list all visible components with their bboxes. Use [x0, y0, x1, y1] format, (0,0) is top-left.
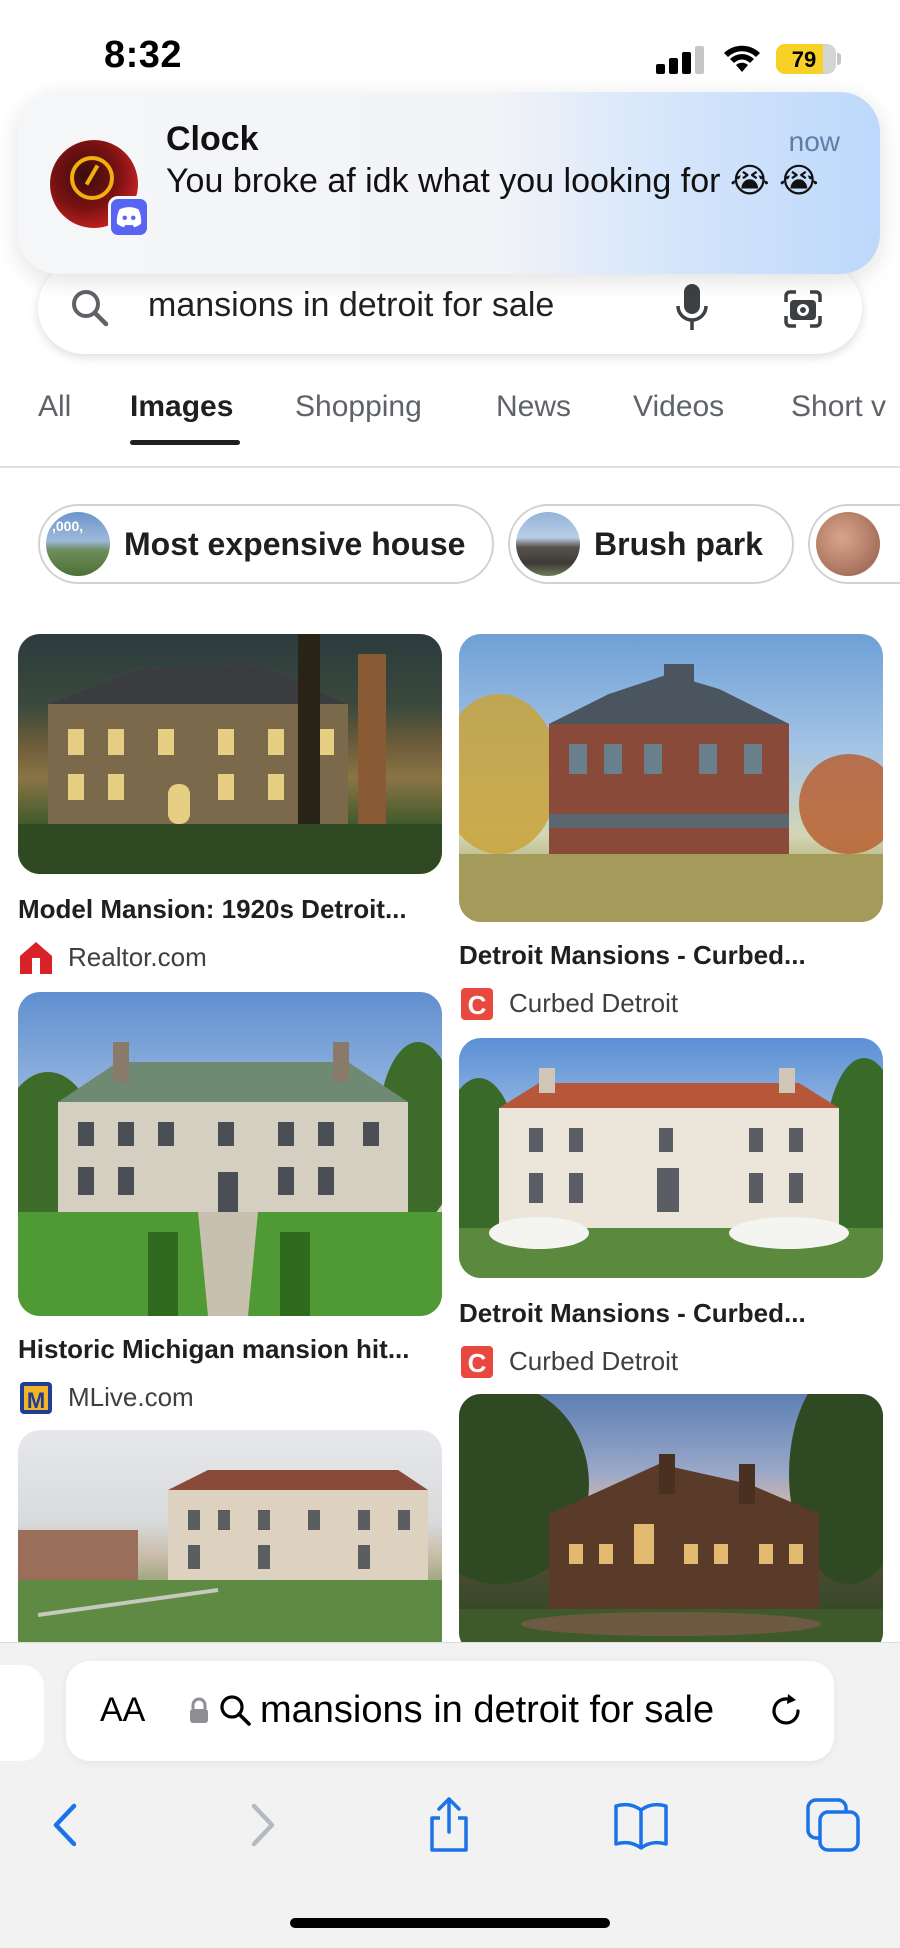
- search-bar[interactable]: mansions in detroit for sale: [38, 262, 862, 354]
- search-input[interactable]: mansions in detroit for sale: [148, 286, 554, 325]
- signal-icon: [656, 46, 704, 74]
- tab-shopping[interactable]: Shopping: [295, 390, 422, 424]
- home-indicator[interactable]: [290, 1918, 610, 1928]
- active-tab-indicator: [130, 440, 240, 445]
- tab-news[interactable]: News: [496, 390, 571, 424]
- result-title[interactable]: Model Mansion: 1920s Detroit...: [18, 894, 442, 925]
- mlive-icon: M: [20, 1382, 52, 1414]
- chip-most-expensive-house[interactable]: ,000, Most expensive house: [38, 504, 494, 584]
- back-icon[interactable]: [36, 1794, 98, 1856]
- wifi-icon: [724, 45, 760, 72]
- battery-tip: [837, 53, 841, 65]
- bookmarks-icon[interactable]: [610, 1794, 672, 1856]
- result-image[interactable]: [459, 634, 883, 922]
- image-results-grid: Model Mansion: 1920s Detroit... Realtor.…: [0, 620, 900, 1642]
- notification-title: Clock: [166, 120, 259, 158]
- lens-icon[interactable]: [780, 286, 826, 332]
- chip-more[interactable]: [808, 504, 900, 584]
- address-bar-url[interactable]: mansions in detroit for sale: [260, 1689, 714, 1732]
- curbed-icon: C: [461, 1346, 493, 1378]
- curbed-letter: C: [468, 1348, 487, 1378]
- result-image[interactable]: [18, 634, 442, 874]
- mic-icon[interactable]: [672, 280, 712, 336]
- chip-brush-park[interactable]: Brush park: [508, 504, 794, 584]
- tabs-icon[interactable]: [802, 1794, 864, 1856]
- previous-tab-peek[interactable]: [0, 1665, 44, 1761]
- result-title[interactable]: Detroit Mansions - Curbed...: [459, 940, 883, 971]
- chip-thumbnail: ,000,: [46, 512, 110, 576]
- discord-icon: [108, 196, 150, 238]
- chip-thumbnail-text: ,000,: [52, 518, 84, 534]
- curbed-letter: C: [468, 990, 487, 1020]
- result-image[interactable]: [18, 1430, 442, 1642]
- chip-thumbnail: [816, 512, 880, 576]
- result-source: Curbed Detroit: [509, 1346, 679, 1376]
- realtor-icon: [20, 942, 52, 974]
- tab-images[interactable]: Images: [130, 390, 233, 424]
- notification-body: You broke af idk what you looking for 😭 …: [166, 162, 819, 200]
- battery-charging-icon: 79: [776, 44, 836, 74]
- search-icon: [220, 1695, 251, 1726]
- search-tabs: All Images Shopping News Videos Short v: [0, 380, 900, 468]
- curbed-icon: C: [461, 988, 493, 1020]
- mlive-letter: M: [27, 1388, 45, 1413]
- lock-icon: [190, 1697, 208, 1723]
- address-bar-area: AA mansions in detroit for sale: [0, 1642, 900, 1774]
- chip-label: Most expensive house: [124, 526, 466, 562]
- address-bar[interactable]: AA mansions in detroit for sale: [66, 1661, 834, 1761]
- forward-icon[interactable]: [230, 1794, 292, 1856]
- result-image[interactable]: [459, 1394, 883, 1642]
- text-size-button[interactable]: AA: [100, 1691, 145, 1730]
- browser-toolbar: [0, 1774, 900, 1948]
- result-source: Realtor.com: [68, 942, 207, 972]
- related-chips: ,000, Most expensive house Brush park: [0, 468, 900, 618]
- result-title[interactable]: Historic Michigan mansion hit...: [18, 1334, 442, 1365]
- search-icon[interactable]: [68, 286, 112, 330]
- tab-videos[interactable]: Videos: [633, 390, 724, 424]
- chip-label: Brush park: [594, 526, 763, 562]
- battery-percent: 79: [791, 47, 817, 72]
- result-source: MLive.com: [68, 1382, 194, 1412]
- notification-banner[interactable]: Clock now You broke af idk what you look…: [18, 92, 880, 274]
- status-time: 8:32: [104, 34, 183, 76]
- reload-icon[interactable]: [766, 1691, 806, 1731]
- tab-short-videos[interactable]: Short v: [791, 390, 886, 424]
- tab-all[interactable]: All: [38, 390, 71, 424]
- result-image[interactable]: [18, 992, 442, 1316]
- result-title[interactable]: Detroit Mansions - Curbed...: [459, 1298, 883, 1329]
- chip-thumbnail: [516, 512, 580, 576]
- share-icon[interactable]: [418, 1794, 480, 1856]
- result-image[interactable]: [459, 1038, 883, 1278]
- result-source: Curbed Detroit: [509, 988, 679, 1018]
- notification-time: now: [788, 126, 840, 157]
